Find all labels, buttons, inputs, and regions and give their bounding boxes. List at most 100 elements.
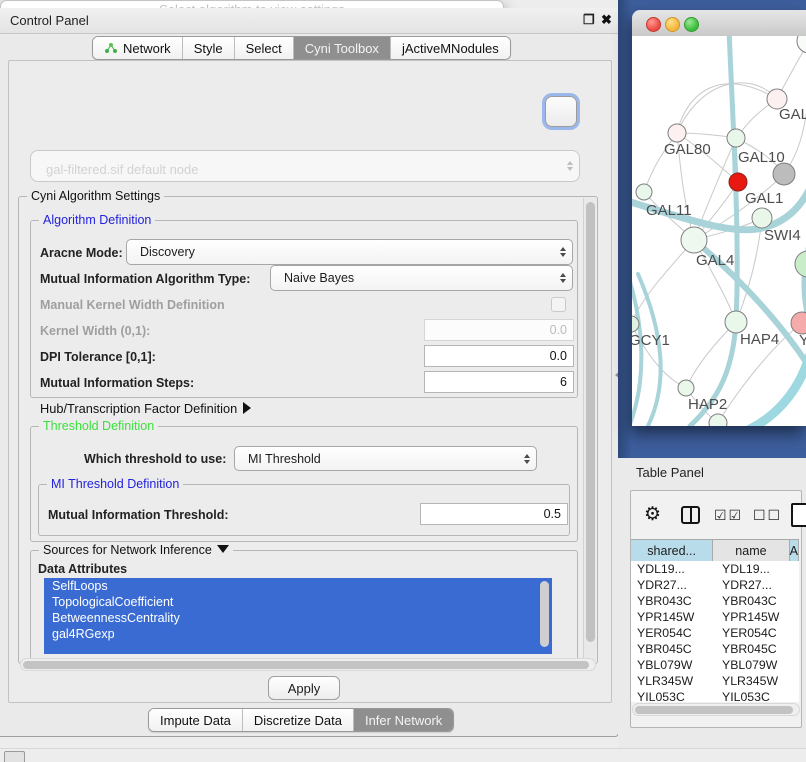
table-cell: YDL19... — [716, 561, 795, 577]
tab-impute-data[interactable]: Impute Data — [149, 709, 242, 731]
table-cell: YPR145W — [631, 609, 716, 625]
hub-definition-expander[interactable]: Hub/Transcription Factor Definition — [40, 401, 251, 416]
network-node[interactable] — [681, 227, 707, 253]
table-row[interactable]: YDR27...YDR27...12 — [631, 577, 799, 593]
table-cell: YLR345W — [631, 673, 716, 689]
network-node[interactable] — [727, 129, 745, 147]
minimized-panel-icon[interactable] — [4, 751, 25, 762]
manual-kernel-width-checkbox[interactable] — [551, 297, 566, 312]
dpi-tolerance-field[interactable]: 0.0 — [424, 345, 574, 367]
zoom-traffic-light-icon[interactable] — [684, 17, 699, 32]
aracne-mode-value: Discovery — [140, 245, 195, 259]
application-window: Control Panel ❐ ✖ NetworkStyleSelectCyni… — [0, 0, 806, 762]
unchecked-boxes-icon[interactable]: ☐☐ — [753, 507, 782, 524]
sources-title[interactable]: Sources for Network Inference — [39, 543, 233, 557]
close-icon[interactable]: ✖ — [601, 12, 612, 28]
tab-style[interactable]: Style — [182, 37, 234, 59]
table-cell: YIL053C — [716, 689, 795, 702]
network-icon — [104, 42, 118, 54]
data-attribute-item[interactable]: TopologicalCoefficient — [44, 594, 552, 610]
network-node[interactable] — [729, 173, 747, 191]
table-row[interactable]: YBL079WYBL079W — [631, 657, 799, 673]
table-selection-combo[interactable] — [30, 150, 580, 182]
data-attributes-list[interactable]: SelfLoopsTopologicalCoefficientBetweenne… — [44, 578, 552, 654]
network-node[interactable] — [709, 414, 727, 426]
settings-vertical-scrollbar[interactable] — [583, 198, 596, 660]
hub-definition-label: Hub/Transcription Factor Definition — [40, 401, 237, 416]
tab-discretize-data[interactable]: Discretize Data — [242, 709, 353, 731]
table-cell: 12 — [795, 577, 799, 593]
mi-algorithm-type-value: Naive Bayes — [284, 271, 354, 285]
apply-button[interactable]: Apply — [268, 676, 340, 700]
aracne-mode-combo[interactable]: Discovery — [126, 239, 573, 265]
stepper-icon — [560, 247, 566, 257]
which-threshold-label: Which threshold to use: — [84, 452, 226, 466]
table-panel-title: Table Panel — [636, 465, 704, 480]
table-row[interactable]: YBR043CYBR043C — [631, 593, 799, 609]
minimize-traffic-light-icon[interactable] — [665, 17, 680, 32]
table-horizontal-scrollbar[interactable] — [632, 703, 800, 716]
network-node[interactable] — [678, 380, 694, 396]
tab-infer-network[interactable]: Infer Network — [353, 709, 453, 731]
mi-threshold-field[interactable]: 0.5 — [420, 503, 568, 525]
scrollbar-thumb[interactable] — [586, 202, 595, 642]
tab-cyni-toolbox[interactable]: Cyni Toolbox — [293, 37, 390, 59]
list-scrollbar-thumb[interactable] — [540, 581, 549, 647]
column-header[interactable]: A — [790, 540, 799, 561]
algorithm-combo-focus-fragment[interactable] — [545, 96, 577, 127]
table-row[interactable]: YBR045CYBR045C9. — [631, 641, 799, 657]
which-threshold-combo[interactable]: MI Threshold — [234, 446, 537, 471]
tab-select[interactable]: Select — [234, 37, 293, 59]
manual-kernel-width-label: Manual Kernel Width Definition — [40, 298, 225, 312]
column-header[interactable]: name — [713, 540, 789, 561]
network-node[interactable] — [773, 163, 795, 185]
table-row[interactable]: YLR345WYLR345W9. — [631, 673, 799, 689]
network-node[interactable] — [636, 184, 652, 200]
table-row[interactable]: YDL19...YDL19...13 — [631, 561, 799, 577]
settings-horizontal-scrollbar[interactable] — [20, 658, 596, 671]
table-cell: 8. — [795, 625, 799, 641]
network-node[interactable] — [795, 251, 806, 277]
network-node-label: HAP2 — [688, 396, 727, 413]
float-window-icon[interactable]: ❐ — [583, 12, 595, 28]
table-row[interactable]: YIL053CYIL053C9 — [631, 689, 799, 702]
data-attribute-item[interactable]: BetweennessCentrality — [44, 610, 552, 626]
scrollbar-thumb[interactable] — [635, 706, 793, 714]
gear-icon[interactable]: ⚙ — [644, 505, 661, 524]
threshold-definition-title: Threshold Definition — [39, 419, 158, 433]
dpi-tolerance-label: DPI Tolerance [0,1]: — [40, 350, 156, 364]
network-canvas[interactable]: GALGAL80GAL10GAL1GAL11SWI4GAL4GCY1HAP4YH… — [632, 36, 806, 426]
kernel-width-field[interactable]: 0.0 — [424, 319, 574, 341]
tab-network[interactable]: Network — [93, 37, 182, 59]
settings-group-title: Cyni Algorithm Settings — [27, 189, 164, 203]
stepper-icon — [567, 161, 573, 171]
table-cell: YBL079W — [631, 657, 716, 673]
network-node[interactable] — [725, 311, 747, 333]
network-node[interactable] — [668, 124, 686, 142]
network-node-label: Y — [799, 332, 806, 349]
tab-jactivemnodules[interactable]: jActiveMNodules — [390, 37, 510, 59]
scrollbar-thumb[interactable] — [23, 661, 589, 669]
mi-steps-field[interactable]: 6 — [424, 371, 574, 393]
table-row[interactable]: YPR145WYPR145W9. — [631, 609, 799, 625]
table-cell: YBR045C — [631, 641, 716, 657]
table-row[interactable]: YER054CYER054C8. — [631, 625, 799, 641]
data-attribute-item[interactable]: SelfLoops — [44, 578, 552, 594]
mi-steps-label: Mutual Information Steps: — [40, 376, 194, 390]
mi-algorithm-type-combo[interactable]: Naive Bayes — [270, 265, 573, 291]
mi-algorithm-type-label: Mutual Information Algorithm Type: — [40, 272, 250, 286]
columns-icon[interactable] — [681, 506, 700, 524]
network-node[interactable] — [797, 36, 806, 53]
network-node[interactable] — [752, 208, 772, 228]
document-icon[interactable] — [791, 503, 806, 527]
checked-boxes-icon[interactable]: ☑☑ — [714, 507, 743, 524]
close-traffic-light-icon[interactable] — [646, 17, 661, 32]
network-node-label: GAL11 — [646, 202, 692, 219]
control-panel-titlebar[interactable] — [0, 8, 618, 34]
column-header[interactable]: shared... — [631, 540, 713, 561]
network-node-label: GAL — [779, 106, 806, 123]
which-threshold-value: MI Threshold — [248, 452, 321, 466]
data-attribute-item[interactable]: gal4RGexp — [44, 626, 552, 642]
table-cell: YER054C — [631, 625, 716, 641]
table-cell: YBR043C — [631, 593, 716, 609]
